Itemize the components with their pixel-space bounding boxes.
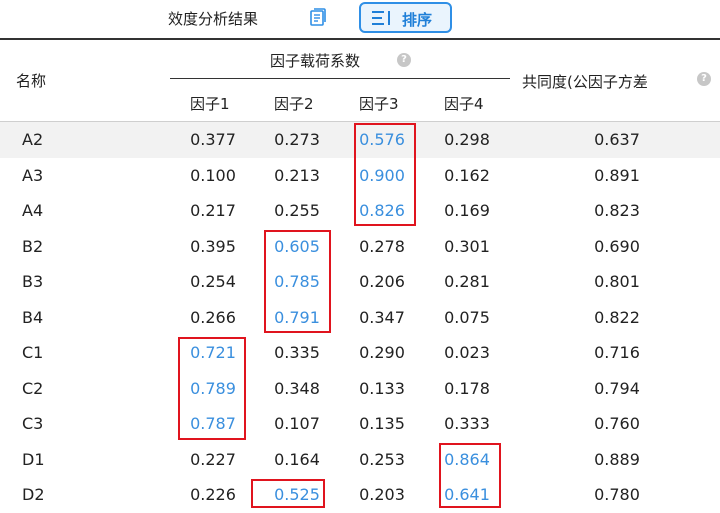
communality-cell: 0.716 (594, 343, 640, 362)
header-factor-1: 因子1 (190, 95, 230, 113)
loading-cell: 0.100 (190, 165, 236, 185)
table-row: C1 0.721 0.335 0.290 0.023 0.716 (0, 335, 720, 371)
table-row: B2 0.395 0.605 0.278 0.301 0.690 (0, 229, 720, 265)
loading-cell: 0.254 (190, 272, 236, 291)
toolbar: 效度分析结果 排序 (0, 0, 720, 38)
loading-cell: 0.253 (359, 449, 405, 469)
communality-cell: 0.822 (594, 307, 640, 327)
loading-cell: 0.301 (444, 236, 490, 256)
communality-cell: 0.801 (594, 272, 640, 291)
table-row: D1 0.227 0.164 0.253 0.864 0.889 (0, 442, 720, 478)
communality-cell: 0.823 (594, 201, 640, 220)
loading-cell: 0.203 (359, 485, 405, 504)
table-top-border (0, 38, 720, 40)
header-factor-2: 因子2 (274, 95, 314, 113)
highlight-box-factor-3 (354, 123, 416, 226)
sort-label: 排序 (402, 11, 433, 29)
header-name: 名称 (16, 72, 47, 90)
communality-cell: 0.690 (594, 236, 640, 256)
row-name: B4 (22, 307, 44, 327)
loading-cell: 0.298 (444, 130, 490, 149)
loading-cell: 0.333 (444, 414, 490, 433)
help-icon[interactable]: ? (397, 53, 411, 67)
loading-cell: 0.075 (444, 307, 490, 327)
loading-cell: 0.213 (274, 165, 320, 185)
loading-cell: 0.178 (444, 378, 490, 398)
loading-cell: 0.206 (359, 272, 405, 291)
loading-cell: 0.335 (274, 343, 320, 362)
loading-cell: 0.107 (274, 414, 320, 433)
highlight-box-d2-factor-2 (251, 479, 325, 508)
highlight-box-factor-2 (264, 230, 331, 333)
table-row: C2 0.789 0.348 0.133 0.178 0.794 (0, 371, 720, 407)
communality-cell: 0.891 (594, 165, 640, 185)
loading-cell: 0.278 (359, 236, 405, 256)
loading-cell: 0.377 (190, 130, 236, 149)
table-row: C3 0.787 0.107 0.135 0.333 0.760 (0, 406, 720, 442)
row-name: D1 (22, 449, 45, 469)
loading-cell: 0.290 (359, 343, 405, 362)
loading-cell: 0.133 (359, 378, 405, 398)
row-name: C1 (22, 343, 44, 362)
header-loadings-group: 因子载荷系数 (270, 52, 361, 70)
document-copy-icon[interactable] (307, 6, 329, 28)
table-row: D2 0.226 0.525 0.203 0.641 0.780 (0, 477, 720, 513)
header-communality: 共同度(公因子方差 (522, 73, 648, 91)
communality-cell: 0.637 (594, 130, 640, 149)
communality-cell: 0.794 (594, 378, 640, 398)
loading-cell: 0.395 (190, 236, 236, 256)
row-name: B2 (22, 236, 44, 256)
table-row: B3 0.254 0.785 0.206 0.281 0.801 (0, 264, 720, 300)
highlight-box-factor-1 (178, 337, 246, 440)
communality-cell: 0.780 (594, 485, 640, 504)
loading-cell: 0.255 (274, 201, 320, 220)
sort-icon (371, 10, 393, 26)
loading-cell: 0.227 (190, 449, 236, 469)
loading-cell: 0.217 (190, 201, 236, 220)
sort-button[interactable]: 排序 (359, 2, 452, 33)
header-factor-4: 因子4 (444, 95, 484, 113)
highlight-box-factor-4 (439, 443, 501, 508)
loading-cell: 0.169 (444, 201, 490, 220)
loading-cell: 0.273 (274, 130, 320, 149)
row-name: C3 (22, 414, 44, 433)
row-name: D2 (22, 485, 45, 504)
row-name: A4 (22, 201, 44, 220)
group-divider (170, 78, 510, 79)
help-icon[interactable]: ? (697, 72, 711, 86)
table-row: B4 0.266 0.791 0.347 0.075 0.822 (0, 300, 720, 336)
loading-cell: 0.347 (359, 307, 405, 327)
row-name: C2 (22, 378, 44, 398)
loading-cell: 0.281 (444, 272, 490, 291)
loading-cell: 0.266 (190, 307, 236, 327)
communality-cell: 0.889 (594, 449, 640, 469)
result-title: 效度分析结果 (168, 10, 259, 28)
row-name: A3 (22, 165, 44, 185)
loading-cell: 0.226 (190, 485, 236, 504)
loading-cell: 0.162 (444, 165, 490, 185)
row-name: A2 (22, 130, 44, 149)
loading-cell: 0.164 (274, 449, 320, 469)
header-factor-3: 因子3 (359, 95, 399, 113)
loading-cell: 0.348 (274, 378, 320, 398)
row-name: B3 (22, 272, 44, 291)
communality-cell: 0.760 (594, 414, 640, 433)
loading-cell: 0.023 (444, 343, 490, 362)
loading-cell: 0.135 (359, 414, 405, 433)
